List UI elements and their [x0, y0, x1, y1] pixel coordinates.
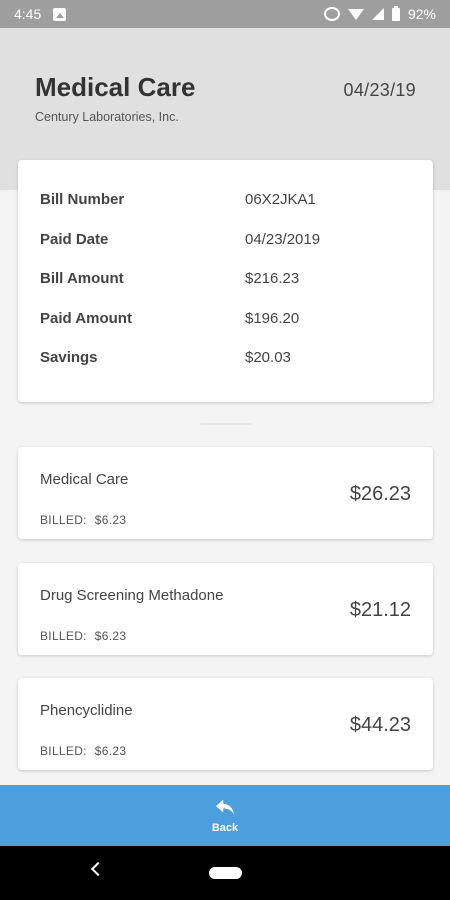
line-item-amount: $26.23: [349, 483, 411, 505]
summary-value: 04/23/2019: [245, 230, 321, 248]
vibrate-icon: [323, 7, 340, 21]
billed-label: BILLED:: [40, 744, 87, 758]
billed-label: BILLED:: [40, 629, 87, 643]
billed-label: BILLED:: [40, 513, 87, 527]
line-item-billed: BILLED: $6.23: [40, 744, 126, 758]
billed-value: $6.23: [94, 744, 127, 758]
summary-row-paid-date: Paid Date 04/23/2019: [18, 231, 433, 271]
summary-value: $216.23: [245, 270, 300, 287]
line-item-amount: $44.23: [349, 714, 411, 736]
billed-value: $6.23: [94, 629, 127, 643]
bill-date: 04/23/19: [343, 80, 416, 100]
nav-home-icon[interactable]: [209, 867, 242, 879]
back-label: Back: [211, 821, 239, 834]
summary-value: $20.03: [245, 349, 291, 366]
status-time: 4:45: [14, 6, 42, 22]
back-button[interactable]: Back: [0, 785, 450, 846]
summary-label: Paid Date: [40, 230, 109, 248]
summary-row-bill-number: Bill Number 06X2JKA1: [18, 191, 433, 231]
nav-back-icon[interactable]: [90, 861, 106, 877]
summary-label: Savings: [40, 349, 98, 366]
wifi-icon: [347, 8, 364, 20]
page-title: Medical Care: [35, 72, 196, 102]
summary-label: Paid Amount: [40, 309, 132, 327]
drag-handle: [200, 423, 252, 425]
line-item-amount: $21.12: [349, 599, 411, 621]
status-bar: 4:45 92%: [0, 0, 450, 28]
line-item-billed: BILLED: $6.23: [40, 629, 126, 643]
summary-value: $196.20: [245, 309, 300, 327]
battery-percent: 92%: [407, 6, 436, 22]
reply-icon: [216, 799, 234, 814]
line-item-billed: BILLED: $6.23: [40, 513, 126, 527]
line-item-card[interactable]: Drug Screening Methadone BILLED: $6.23 $2…: [18, 563, 433, 655]
bill-summary-card: Bill Number 06X2JKA1 Paid Date 04/23/201…: [18, 160, 433, 402]
image-notification-icon: [53, 7, 67, 21]
summary-label: Bill Number: [40, 191, 125, 208]
summary-row-bill-amount: Bill Amount $216.23: [18, 270, 433, 310]
summary-row-savings: Savings $20.03: [18, 349, 433, 389]
line-item-card[interactable]: Medical Care BILLED: $6.23 $26.23: [18, 447, 433, 539]
billed-value: $6.23: [94, 513, 127, 527]
signal-icon: [371, 8, 384, 20]
summary-value: 06X2JKA1: [245, 191, 316, 208]
battery-icon: [391, 5, 400, 21]
line-item-name: Drug Screening Methadone: [40, 587, 224, 604]
system-nav-bar: [0, 846, 450, 900]
provider-name: Century Laboratories, Inc.: [35, 110, 179, 124]
line-item-name: Phencyclidine: [40, 702, 133, 719]
summary-row-paid-amount: Paid Amount $196.20: [18, 310, 433, 350]
line-item-name: Medical Care: [40, 471, 129, 488]
summary-label: Bill Amount: [40, 270, 124, 287]
line-item-card[interactable]: Phencyclidine BILLED: $6.23 $44.23: [18, 678, 433, 770]
